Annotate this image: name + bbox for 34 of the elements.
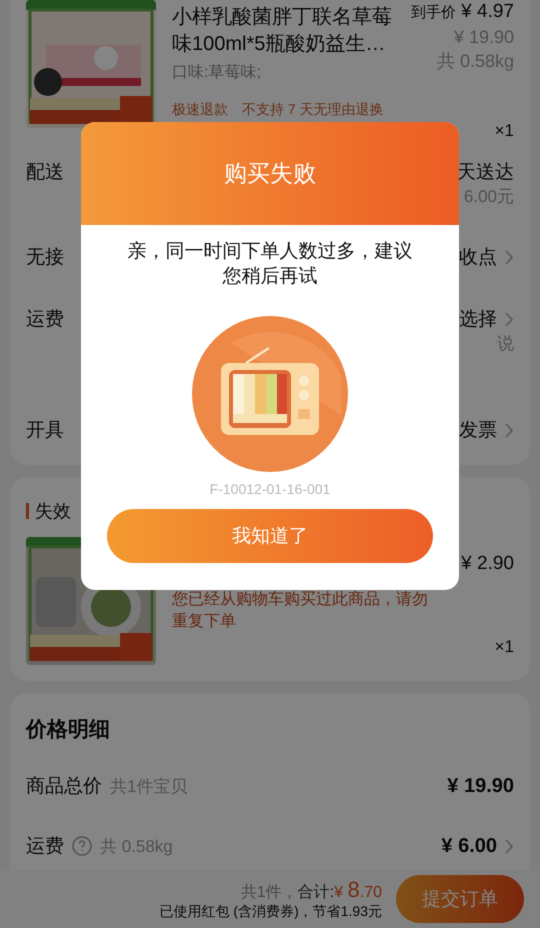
chevron-right-icon [505,312,514,326]
item-price: ¥ 2.90 [461,553,514,575]
price-amount: ¥ 6.00 [441,834,497,858]
section-title: 失效 [35,500,71,523]
dialog-message: 亲，同一时间下单人数过多，建议您稍后再试 [126,240,414,289]
dialog-title: 购买失败 [224,159,316,188]
product-title[interactable]: 小样乳酸菌胖丁联名草莓味100ml*5瓶酸奶益生… [172,0,404,58]
service-tag: 极速退款 [172,101,228,117]
section-title: 价格明细 [26,717,111,743]
option-label[interactable]: 配送 [26,159,64,185]
option-label[interactable]: 无接 [26,244,64,270]
help-icon[interactable] [72,836,92,856]
price-amount: ¥ 19.90 [447,774,514,798]
error-code: F-10012-01-16-001 [210,481,330,497]
option-label[interactable]: 运费 [26,306,64,332]
chevron-right-icon [505,422,514,438]
price-label: 商品总价 [26,775,102,799]
invalid-message: 您已经从购物车购买过此商品，请勿重复下单 [172,590,429,632]
option-value[interactable]: 发票 [459,417,497,443]
service-tag: 不支持 7 天无理由退换 [242,101,384,117]
option-label[interactable]: 开具 [26,417,64,443]
option-value[interactable]: 收点 [459,244,497,270]
option-value[interactable]: 选择 [459,306,497,332]
chevron-right-icon [505,250,514,264]
quantity-text: ×1 [494,637,514,657]
option-value[interactable]: 天送达 [457,159,514,185]
confirm-button[interactable]: 我知道了 [107,509,433,563]
chevron-right-icon [505,838,514,854]
quantity-text: ×1 [494,121,514,141]
final-price: 到手价 ¥ 4.97 [410,0,514,24]
total-text: 共1件，合计:¥ 8.70 [240,877,382,903]
price-label: 运费 [26,835,64,859]
product-spec: 口味:草莓味; [172,62,262,83]
savings-text: 已使用红包 (含消费券)，节省1.93元 [160,903,382,921]
